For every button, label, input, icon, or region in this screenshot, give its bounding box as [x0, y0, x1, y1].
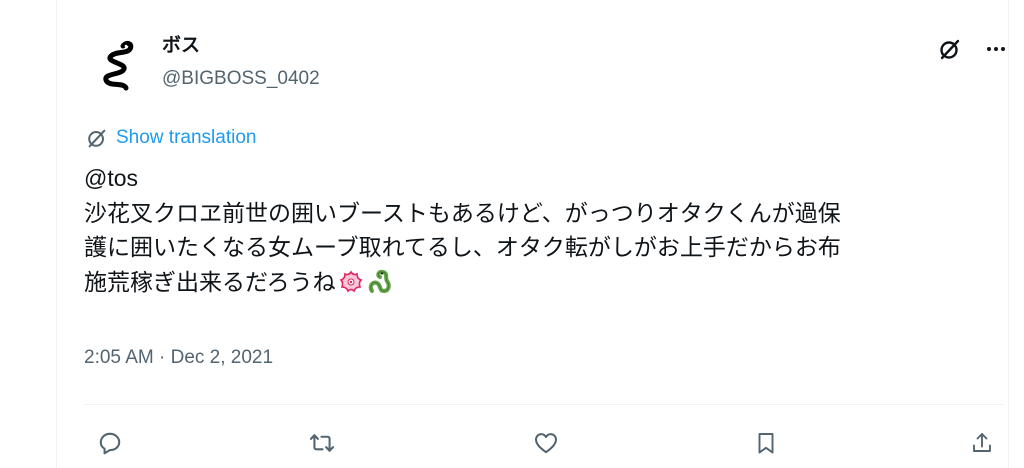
tweet-line-3: 施荒稼ぎ出来るだろうね: [84, 268, 336, 295]
timestamp-separator: ·: [153, 347, 171, 368]
mention-link[interactable]: @tos: [84, 165, 138, 191]
share-icon: [973, 433, 991, 452]
author-avatar[interactable]: [84, 34, 148, 98]
actions-divider: [84, 404, 1004, 405]
tweet-time[interactable]: 2:05 AM: [84, 346, 154, 370]
tweet-date[interactable]: Dec 2, 2021: [171, 346, 273, 370]
retweet-icon: [309, 434, 335, 452]
like-button[interactable]: [528, 425, 564, 461]
tweet-line-2: 護に囲いたくなる女ムーブ取れてるし、オタク転がしがお上手だからお布: [84, 234, 841, 260]
cherry-blossom-emoji: [338, 269, 364, 305]
bookmark-button[interactable]: [748, 425, 784, 461]
bookmark-icon: [758, 433, 774, 454]
author-handle[interactable]: @BIGBOSS_0402: [162, 67, 320, 91]
tweet-line-1: 沙花叉クロヱ前世の囲いブーストもあるけど、がっつりオタクくんが過保: [84, 199, 841, 226]
grok-icon[interactable]: [934, 33, 966, 65]
retweet-button[interactable]: [304, 425, 340, 461]
snake-emoji: [366, 267, 394, 305]
like-icon: [535, 433, 557, 454]
reply-button[interactable]: [92, 425, 128, 461]
share-button[interactable]: [964, 425, 1000, 461]
tweet-timestamp[interactable]: 2:05 AM · Dec 2, 2021: [84, 346, 273, 370]
timeline-left-border: [56, 0, 57, 468]
reply-icon: [99, 432, 121, 455]
snake-avatar-icon: [103, 40, 134, 91]
show-translation-label: Show translation: [116, 127, 257, 148]
timeline-right-border: [1008, 0, 1009, 468]
show-translation-link[interactable]: Show translation: [86, 126, 256, 150]
more-icon[interactable]: [980, 33, 1012, 65]
author-display-name[interactable]: ボス: [162, 34, 200, 58]
globe-slash-icon: [88, 129, 106, 148]
tweet-text: @tos 沙花叉クロヱ前世の囲いブーストもあるけど、がっつりオタクくんが過保 護…: [84, 161, 1004, 304]
